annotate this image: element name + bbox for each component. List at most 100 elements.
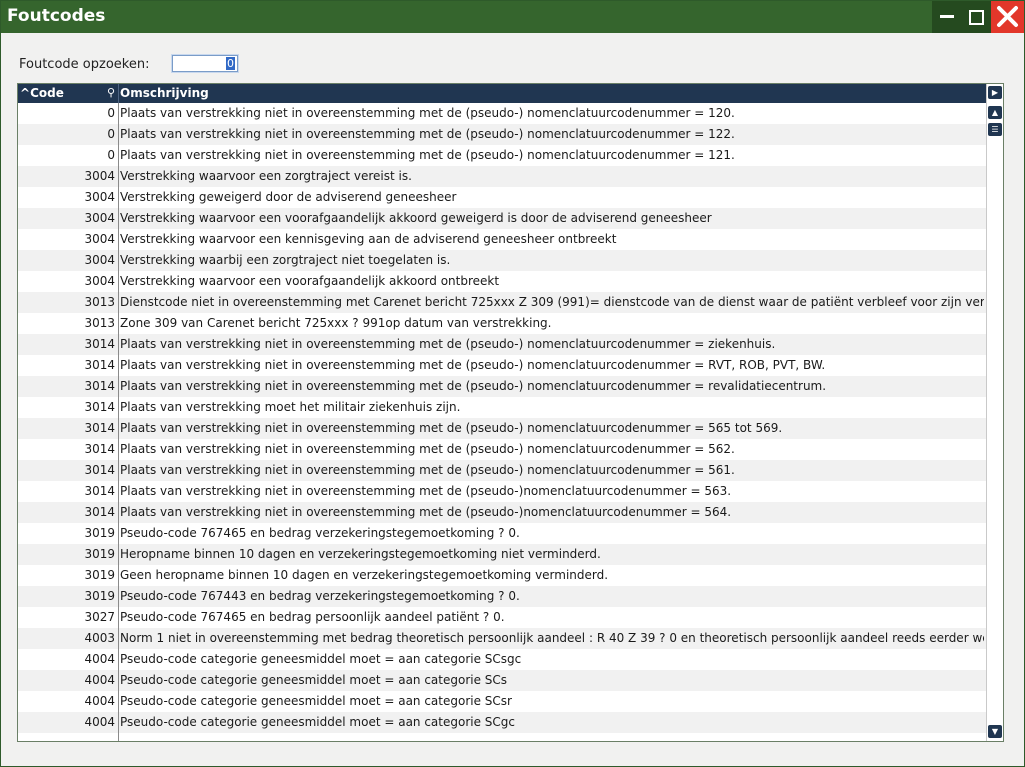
cell-omschrijving: Pseudo-code 767443 en bedrag verzekering… (120, 589, 520, 603)
cell-code: 3004 (84, 232, 115, 246)
scroll-down-button[interactable]: ▼ (988, 725, 1002, 738)
cell-code: 3013 (84, 295, 115, 309)
cell-omschrijving: Plaats van verstrekking moet het militai… (120, 400, 461, 414)
close-button[interactable] (991, 1, 1024, 33)
table-row[interactable]: 4004 Pseudo-code categorie geneesmiddel m… (18, 712, 986, 733)
cell-code: 3019 (84, 589, 115, 603)
maximize-button[interactable] (961, 1, 991, 33)
search-label: Foutcode opzoeken: (19, 57, 150, 72)
column-divider (118, 103, 119, 741)
table-row[interactable]: 3004 Verstrekking waarvoor een voorafgaan… (18, 208, 986, 229)
table-row[interactable]: 3013 Zone 309 van Carenet bericht 725xxx … (18, 313, 986, 334)
header-divider (118, 84, 119, 103)
table-row[interactable]: 3004 Verstrekking geweigerd door de advis… (18, 187, 986, 208)
cell-omschrijving: Plaats van verstrekking niet in overeens… (120, 106, 735, 120)
cell-omschrijving: Pseudo-code categorie geneesmiddel moet … (120, 715, 516, 729)
maximize-icon (969, 10, 984, 25)
table-row[interactable]: 3019 Pseudo-code 767443 en bedrag verzeke… (18, 586, 986, 607)
cell-code: 3014 (84, 379, 115, 393)
cell-code: 3027 (84, 610, 115, 624)
resize-grip-icon[interactable]: ⋮ (1019, 736, 1024, 750)
cell-omschrijving: Plaats van verstrekking niet in overeens… (120, 463, 735, 477)
scroll-right-button[interactable]: ▶ (988, 86, 1002, 99)
cell-code: 4004 (84, 652, 115, 666)
table-row[interactable]: 3014 Plaats van verstrekking niet in over… (18, 439, 986, 460)
cell-code: 3014 (84, 358, 115, 372)
cell-omschrijving: Verstrekking waarvoor een kennisgeving a… (120, 232, 617, 246)
cell-omschrijving: Verstrekking waarvoor een voorafgaandeli… (120, 211, 712, 225)
table-row[interactable]: 3027 Pseudo-code 767465 en bedrag persoon… (18, 607, 986, 628)
cell-code: 4004 (84, 673, 115, 687)
table-row[interactable]: 3014 Plaats van verstrekking niet in over… (18, 355, 986, 376)
cell-code: 3014 (84, 505, 115, 519)
column-menu-button[interactable]: ☰ (988, 123, 1002, 136)
table-row[interactable]: 3019 Pseudo-code 767465 en bedrag verzeke… (18, 523, 986, 544)
cell-code: 3014 (84, 421, 115, 435)
cell-omschrijving: Heropname binnen 10 dagen en verzekering… (120, 547, 601, 561)
column-header-omschrijving[interactable]: Omschrijving (120, 86, 209, 100)
window-title: Foutcodes (7, 6, 106, 26)
table-row[interactable]: 3014 Plaats van verstrekking moet het mil… (18, 397, 986, 418)
table-row[interactable]: 3014 Plaats van verstrekking niet in over… (18, 334, 986, 355)
cell-omschrijving: Plaats van verstrekking niet in overeens… (120, 148, 735, 162)
table-row[interactable]: 0 Plaats van verstrekking niet in overeen… (18, 103, 986, 124)
title-bar[interactable]: Foutcodes (1, 1, 1024, 33)
foutcodes-table: ^Code ⚲ Omschrijving 0 Plaats van verstre… (17, 83, 1004, 742)
table-row[interactable]: 3004 Verstrekking waarbij een zorgtraject… (18, 250, 986, 271)
table-row[interactable]: 3014 Plaats van verstrekking niet in over… (18, 376, 986, 397)
table-row[interactable]: 3014 Plaats van verstrekking niet in over… (18, 502, 986, 523)
cell-code: 4004 (84, 715, 115, 729)
table-row[interactable]: 0 Plaats van verstrekking niet in overeen… (18, 145, 986, 166)
table-row[interactable]: 3019 Heropname binnen 10 dagen en verzeke… (18, 544, 986, 565)
cell-code: 3004 (84, 274, 115, 288)
search-input[interactable]: 0 (171, 54, 239, 73)
close-icon (997, 6, 1018, 27)
cell-omschrijving: Plaats van verstrekking niet in overeens… (120, 484, 732, 498)
table-row[interactable]: 4004 Pseudo-code categorie geneesmiddel m… (18, 649, 986, 670)
cell-omschrijving: Plaats van verstrekking niet in overeens… (120, 337, 776, 351)
column-header-code[interactable]: ^Code (20, 86, 64, 100)
cell-omschrijving: Plaats van verstrekking niet in overeens… (120, 127, 735, 141)
cell-code: 3014 (84, 337, 115, 351)
cell-code: 0 (107, 148, 115, 162)
table-row[interactable]: 4004 Pseudo-code categorie geneesmiddel m… (18, 670, 986, 691)
cell-omschrijving: Plaats van verstrekking niet in overeens… (120, 442, 735, 456)
cell-omschrijving: Plaats van verstrekking niet in overeens… (120, 379, 827, 393)
cell-omschrijving: Pseudo-code categorie geneesmiddel moet … (120, 652, 522, 666)
cell-code: 3004 (84, 253, 115, 267)
cell-omschrijving: Pseudo-code 767465 en bedrag verzekering… (120, 526, 520, 540)
table-row[interactable]: 3014 Plaats van verstrekking niet in over… (18, 481, 986, 502)
sort-asc-icon: ^ (20, 86, 31, 100)
cell-omschrijving: Dienstcode niet in overeenstemming met C… (120, 295, 984, 309)
cell-code: 3004 (84, 190, 115, 204)
table-row[interactable]: 3013 Dienstcode niet in overeenstemming m… (18, 292, 986, 313)
table-row[interactable]: 3019 Geen heropname binnen 10 dagen en ve… (18, 565, 986, 586)
table-row[interactable]: 3004 Verstrekking waarvoor een voorafgaan… (18, 271, 986, 292)
table-header: ^Code ⚲ Omschrijving (18, 84, 986, 103)
cell-omschrijving: Verstrekking waarvoor een voorafgaandeli… (120, 274, 500, 288)
table-row[interactable]: 4004 Pseudo-code categorie geneesmiddel m… (18, 691, 986, 712)
table-body: 0 Plaats van verstrekking niet in overeen… (18, 103, 986, 741)
cell-omschrijving: Zone 309 van Carenet bericht 725xxx ? 99… (120, 316, 552, 330)
cell-code: 0 (107, 127, 115, 141)
cell-code: 3014 (84, 442, 115, 456)
scroll-up-button[interactable]: ▲ (988, 106, 1002, 119)
table-row[interactable]: 3004 Verstrekking waarvoor een kennisgevi… (18, 229, 986, 250)
vertical-scrollbar[interactable]: ▶ ▲ ☰ ▼ (986, 84, 1003, 741)
search-icon[interactable]: ⚲ (107, 86, 115, 99)
cell-omschrijving: Geen heropname binnen 10 dagen en verzek… (120, 568, 609, 582)
cell-omschrijving: Pseudo-code categorie geneesmiddel moet … (120, 673, 508, 687)
minimize-button[interactable] (932, 1, 961, 33)
table-row[interactable]: 3014 Plaats van verstrekking niet in over… (18, 418, 986, 439)
table-row[interactable]: 3004 Verstrekking waarvoor een zorgtrajec… (18, 166, 986, 187)
cell-code: 3019 (84, 568, 115, 582)
table-row[interactable]: 0 Plaats van verstrekking niet in overeen… (18, 124, 986, 145)
cell-code: 3019 (84, 526, 115, 540)
cell-code: 3019 (84, 547, 115, 561)
table-row[interactable]: 4003 Norm 1 niet in overeenstemming met b… (18, 628, 986, 649)
cell-code: 3004 (84, 169, 115, 183)
cell-code: 4003 (84, 631, 115, 645)
cell-omschrijving: Pseudo-code categorie geneesmiddel moet … (120, 694, 512, 708)
minimize-icon (940, 15, 954, 18)
table-row[interactable]: 3014 Plaats van verstrekking niet in over… (18, 460, 986, 481)
